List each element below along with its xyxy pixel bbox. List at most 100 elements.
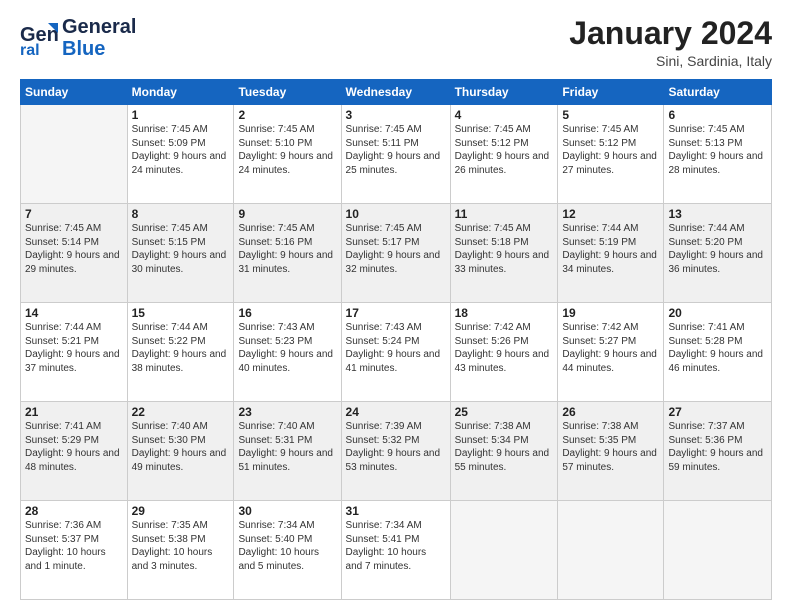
cell-info: Sunrise: 7:43 AMSunset: 5:24 PMDaylight:… bbox=[346, 321, 446, 375]
cell-info: Sunrise: 7:45 AMSunset: 5:15 PMDaylight:… bbox=[132, 222, 230, 276]
logo-icon: Gene ral bbox=[20, 19, 58, 57]
calendar-cell: 14Sunrise: 7:44 AMSunset: 5:21 PMDayligh… bbox=[21, 303, 128, 402]
day-number: 14 bbox=[25, 306, 123, 320]
calendar-cell: 9Sunrise: 7:45 AMSunset: 5:16 PMDaylight… bbox=[234, 204, 341, 303]
day-number: 3 bbox=[346, 108, 446, 122]
calendar-cell: 13Sunrise: 7:44 AMSunset: 5:20 PMDayligh… bbox=[664, 204, 772, 303]
calendar-week-row: 28Sunrise: 7:36 AMSunset: 5:37 PMDayligh… bbox=[21, 501, 772, 600]
location: Sini, Sardinia, Italy bbox=[569, 53, 772, 69]
cell-info: Sunrise: 7:42 AMSunset: 5:26 PMDaylight:… bbox=[455, 321, 554, 375]
day-number: 9 bbox=[238, 207, 336, 221]
calendar-cell: 5Sunrise: 7:45 AMSunset: 5:12 PMDaylight… bbox=[558, 105, 664, 204]
day-number: 16 bbox=[238, 306, 336, 320]
day-header-thursday: Thursday bbox=[450, 80, 558, 105]
day-number: 12 bbox=[562, 207, 659, 221]
day-number: 6 bbox=[668, 108, 767, 122]
day-number: 29 bbox=[132, 504, 230, 518]
cell-info: Sunrise: 7:37 AMSunset: 5:36 PMDaylight:… bbox=[668, 420, 767, 474]
calendar-cell: 2Sunrise: 7:45 AMSunset: 5:10 PMDaylight… bbox=[234, 105, 341, 204]
calendar-cell: 6Sunrise: 7:45 AMSunset: 5:13 PMDaylight… bbox=[664, 105, 772, 204]
day-number: 25 bbox=[455, 405, 554, 419]
day-header-saturday: Saturday bbox=[664, 80, 772, 105]
calendar-cell: 29Sunrise: 7:35 AMSunset: 5:38 PMDayligh… bbox=[127, 501, 234, 600]
cell-info: Sunrise: 7:43 AMSunset: 5:23 PMDaylight:… bbox=[238, 321, 336, 375]
day-header-tuesday: Tuesday bbox=[234, 80, 341, 105]
cell-info: Sunrise: 7:45 AMSunset: 5:18 PMDaylight:… bbox=[455, 222, 554, 276]
calendar-cell: 1Sunrise: 7:45 AMSunset: 5:09 PMDaylight… bbox=[127, 105, 234, 204]
calendar-cell: 11Sunrise: 7:45 AMSunset: 5:18 PMDayligh… bbox=[450, 204, 558, 303]
calendar-cell: 20Sunrise: 7:41 AMSunset: 5:28 PMDayligh… bbox=[664, 303, 772, 402]
day-header-sunday: Sunday bbox=[21, 80, 128, 105]
calendar-cell: 24Sunrise: 7:39 AMSunset: 5:32 PMDayligh… bbox=[341, 402, 450, 501]
calendar-cell: 15Sunrise: 7:44 AMSunset: 5:22 PMDayligh… bbox=[127, 303, 234, 402]
calendar-cell: 19Sunrise: 7:42 AMSunset: 5:27 PMDayligh… bbox=[558, 303, 664, 402]
calendar-cell: 12Sunrise: 7:44 AMSunset: 5:19 PMDayligh… bbox=[558, 204, 664, 303]
day-number: 17 bbox=[346, 306, 446, 320]
day-number: 8 bbox=[132, 207, 230, 221]
day-number: 15 bbox=[132, 306, 230, 320]
cell-info: Sunrise: 7:44 AMSunset: 5:21 PMDaylight:… bbox=[25, 321, 123, 375]
cell-info: Sunrise: 7:40 AMSunset: 5:31 PMDaylight:… bbox=[238, 420, 336, 474]
calendar-cell bbox=[558, 501, 664, 600]
calendar-cell: 18Sunrise: 7:42 AMSunset: 5:26 PMDayligh… bbox=[450, 303, 558, 402]
cell-info: Sunrise: 7:45 AMSunset: 5:11 PMDaylight:… bbox=[346, 123, 446, 177]
day-number: 20 bbox=[668, 306, 767, 320]
day-number: 18 bbox=[455, 306, 554, 320]
calendar-cell: 21Sunrise: 7:41 AMSunset: 5:29 PMDayligh… bbox=[21, 402, 128, 501]
calendar-cell: 10Sunrise: 7:45 AMSunset: 5:17 PMDayligh… bbox=[341, 204, 450, 303]
day-number: 21 bbox=[25, 405, 123, 419]
cell-info: Sunrise: 7:41 AMSunset: 5:29 PMDaylight:… bbox=[25, 420, 123, 474]
day-number: 31 bbox=[346, 504, 446, 518]
day-number: 30 bbox=[238, 504, 336, 518]
calendar-cell bbox=[21, 105, 128, 204]
calendar-cell: 26Sunrise: 7:38 AMSunset: 5:35 PMDayligh… bbox=[558, 402, 664, 501]
cell-info: Sunrise: 7:41 AMSunset: 5:28 PMDaylight:… bbox=[668, 321, 767, 375]
calendar-cell: 30Sunrise: 7:34 AMSunset: 5:40 PMDayligh… bbox=[234, 501, 341, 600]
calendar-cell: 7Sunrise: 7:45 AMSunset: 5:14 PMDaylight… bbox=[21, 204, 128, 303]
day-number: 19 bbox=[562, 306, 659, 320]
cell-info: Sunrise: 7:44 AMSunset: 5:20 PMDaylight:… bbox=[668, 222, 767, 276]
logo-line1: General bbox=[62, 16, 136, 38]
calendar-week-row: 14Sunrise: 7:44 AMSunset: 5:21 PMDayligh… bbox=[21, 303, 772, 402]
title-block: January 2024 Sini, Sardinia, Italy bbox=[569, 16, 772, 69]
cell-info: Sunrise: 7:35 AMSunset: 5:38 PMDaylight:… bbox=[132, 519, 230, 573]
month-title: January 2024 bbox=[569, 16, 772, 51]
calendar-week-row: 21Sunrise: 7:41 AMSunset: 5:29 PMDayligh… bbox=[21, 402, 772, 501]
calendar-cell: 25Sunrise: 7:38 AMSunset: 5:34 PMDayligh… bbox=[450, 402, 558, 501]
day-header-friday: Friday bbox=[558, 80, 664, 105]
calendar-cell: 4Sunrise: 7:45 AMSunset: 5:12 PMDaylight… bbox=[450, 105, 558, 204]
day-header-wednesday: Wednesday bbox=[341, 80, 450, 105]
day-number: 13 bbox=[668, 207, 767, 221]
cell-info: Sunrise: 7:36 AMSunset: 5:37 PMDaylight:… bbox=[25, 519, 123, 573]
calendar-week-row: 7Sunrise: 7:45 AMSunset: 5:14 PMDaylight… bbox=[21, 204, 772, 303]
cell-info: Sunrise: 7:34 AMSunset: 5:41 PMDaylight:… bbox=[346, 519, 446, 573]
day-number: 1 bbox=[132, 108, 230, 122]
cell-info: Sunrise: 7:44 AMSunset: 5:22 PMDaylight:… bbox=[132, 321, 230, 375]
cell-info: Sunrise: 7:45 AMSunset: 5:09 PMDaylight:… bbox=[132, 123, 230, 177]
day-number: 2 bbox=[238, 108, 336, 122]
calendar-cell: 8Sunrise: 7:45 AMSunset: 5:15 PMDaylight… bbox=[127, 204, 234, 303]
calendar-cell: 28Sunrise: 7:36 AMSunset: 5:37 PMDayligh… bbox=[21, 501, 128, 600]
cell-info: Sunrise: 7:45 AMSunset: 5:10 PMDaylight:… bbox=[238, 123, 336, 177]
cell-info: Sunrise: 7:45 AMSunset: 5:12 PMDaylight:… bbox=[562, 123, 659, 177]
cell-info: Sunrise: 7:45 AMSunset: 5:13 PMDaylight:… bbox=[668, 123, 767, 177]
day-number: 11 bbox=[455, 207, 554, 221]
day-number: 22 bbox=[132, 405, 230, 419]
calendar-cell: 27Sunrise: 7:37 AMSunset: 5:36 PMDayligh… bbox=[664, 402, 772, 501]
calendar-cell: 16Sunrise: 7:43 AMSunset: 5:23 PMDayligh… bbox=[234, 303, 341, 402]
header: Gene ral General Blue January 2024 Sini,… bbox=[20, 16, 772, 69]
cell-info: Sunrise: 7:34 AMSunset: 5:40 PMDaylight:… bbox=[238, 519, 336, 573]
cell-info: Sunrise: 7:38 AMSunset: 5:34 PMDaylight:… bbox=[455, 420, 554, 474]
day-number: 28 bbox=[25, 504, 123, 518]
calendar-cell bbox=[450, 501, 558, 600]
calendar-cell: 23Sunrise: 7:40 AMSunset: 5:31 PMDayligh… bbox=[234, 402, 341, 501]
cell-info: Sunrise: 7:45 AMSunset: 5:12 PMDaylight:… bbox=[455, 123, 554, 177]
day-number: 23 bbox=[238, 405, 336, 419]
logo: Gene ral General Blue bbox=[20, 16, 136, 60]
logo-line2: Blue bbox=[62, 38, 136, 60]
day-header-monday: Monday bbox=[127, 80, 234, 105]
cell-info: Sunrise: 7:45 AMSunset: 5:17 PMDaylight:… bbox=[346, 222, 446, 276]
calendar-cell: 17Sunrise: 7:43 AMSunset: 5:24 PMDayligh… bbox=[341, 303, 450, 402]
cell-info: Sunrise: 7:45 AMSunset: 5:14 PMDaylight:… bbox=[25, 222, 123, 276]
day-number: 5 bbox=[562, 108, 659, 122]
